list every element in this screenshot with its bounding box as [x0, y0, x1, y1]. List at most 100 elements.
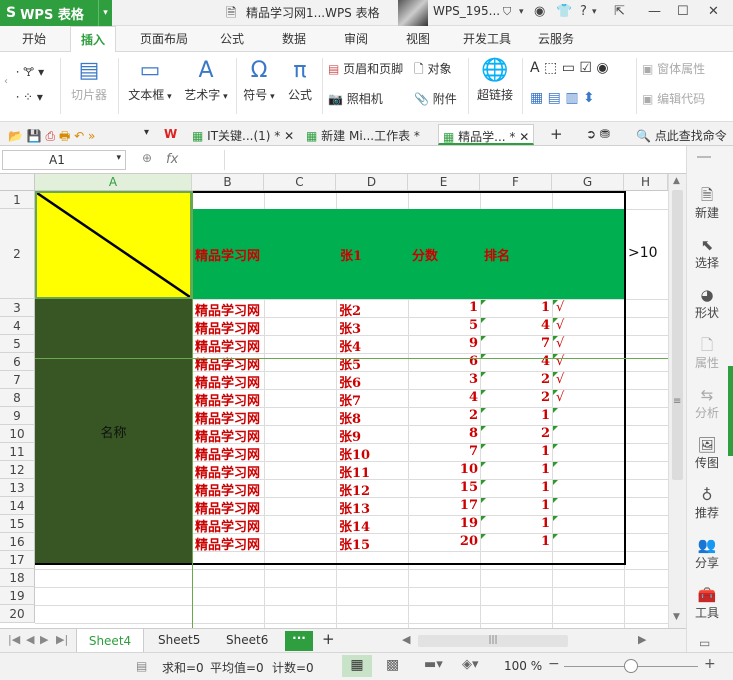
- cell-d[interactable]: 张8: [339, 408, 361, 427]
- shape-tool-icon[interactable]: ⸱ 🝖 ▾: [16, 58, 44, 83]
- column-header-a[interactable]: A: [35, 174, 192, 191]
- panel-properties[interactable]: 🗋 属性: [687, 336, 727, 371]
- form-properties-button[interactable]: ▣ 窗体属性: [642, 60, 705, 77]
- row-header-3[interactable]: 3: [0, 299, 35, 317]
- shirt-icon[interactable]: 👕: [556, 4, 572, 19]
- app-menu-dropdown-icon[interactable]: ▾: [98, 0, 112, 26]
- doc-tab-2[interactable]: ▦ 新建 Mi...工作表 *: [302, 124, 424, 145]
- cell-b[interactable]: 精品学习网: [195, 480, 260, 499]
- panel-share[interactable]: 👥 分享: [687, 536, 727, 571]
- cell-f[interactable]: 1: [480, 534, 550, 549]
- column-header-b[interactable]: B: [192, 174, 264, 191]
- cell-b[interactable]: 精品学习网: [195, 300, 260, 319]
- avatar[interactable]: [398, 0, 428, 26]
- cell-d[interactable]: 张7: [339, 390, 361, 409]
- camera-button[interactable]: 📷 照相机: [328, 90, 383, 107]
- page-break-view-icon[interactable]: ▩: [386, 657, 399, 673]
- cell-d[interactable]: 张3: [339, 318, 361, 337]
- cell-b[interactable]: 精品学习网: [195, 426, 260, 445]
- tab-formula[interactable]: 公式: [220, 30, 244, 47]
- cell-f[interactable]: 1: [480, 408, 550, 423]
- doc-tab-1[interactable]: ▦ IT关键...(1) * ✕: [188, 124, 298, 145]
- cell-f[interactable]: 2: [480, 426, 550, 441]
- row-header-15[interactable]: 15: [0, 515, 35, 533]
- cell-b[interactable]: 精品学习网: [195, 390, 260, 409]
- cell-d[interactable]: 张5: [339, 354, 361, 373]
- maximize-icon[interactable]: ☐: [677, 4, 689, 19]
- zoom-out-icon[interactable]: −: [548, 656, 560, 672]
- textbox-button[interactable]: ▭ 文本框 ▾: [124, 56, 176, 103]
- column-header-d[interactable]: D: [336, 174, 408, 191]
- user-name[interactable]: WPS_195...: [433, 4, 500, 18]
- zoom-level[interactable]: 100 %: [504, 659, 542, 673]
- row-header-2[interactable]: 2: [0, 209, 35, 299]
- cell-e[interactable]: 17: [408, 498, 478, 513]
- cell-e[interactable]: 5: [408, 318, 478, 333]
- cell-d[interactable]: 张11: [339, 462, 370, 481]
- fx-icon[interactable]: fx: [166, 152, 178, 167]
- cell-d[interactable]: 张14: [339, 516, 370, 535]
- select-all-corner[interactable]: [0, 174, 35, 191]
- cell-f[interactable]: 2: [480, 390, 550, 405]
- symbol-button[interactable]: Ω 符号 ▾: [240, 56, 278, 103]
- cell-e[interactable]: 9: [408, 336, 478, 351]
- restore-window-icon[interactable]: ⇱: [614, 4, 625, 19]
- attachment-button[interactable]: 📎 附件: [414, 90, 457, 107]
- cell-f[interactable]: 4: [480, 318, 550, 333]
- row-header-11[interactable]: 11: [0, 443, 35, 461]
- cell-e[interactable]: 2: [408, 408, 478, 423]
- cell-b[interactable]: 精品学习网: [195, 354, 260, 373]
- form-controls-icon[interactable]: A ⬚ ▭ ☑ ◉: [530, 60, 609, 76]
- tab-review[interactable]: 审阅: [344, 30, 368, 47]
- wps-tab-icon[interactable]: W: [160, 124, 181, 145]
- object-button[interactable]: 🗋 对象: [414, 60, 452, 81]
- tab-view[interactable]: 视图: [406, 30, 430, 47]
- tab-developer[interactable]: 开发工具: [463, 30, 511, 47]
- panel-new[interactable]: 🗎 新建: [687, 186, 727, 221]
- freeze-pane-line[interactable]: [35, 358, 668, 359]
- column-header-e[interactable]: E: [408, 174, 480, 191]
- cell-e2[interactable]: 分数: [412, 245, 438, 264]
- cell-b[interactable]: 精品学习网: [195, 516, 260, 535]
- sheet-last-icon[interactable]: ▶|: [56, 633, 68, 646]
- row-header-16[interactable]: 16: [0, 533, 35, 551]
- merged-name-cell[interactable]: 名称: [35, 299, 192, 563]
- cell-d[interactable]: 张9: [339, 426, 361, 445]
- cell-d[interactable]: 张6: [339, 372, 361, 391]
- column-header-g[interactable]: G: [552, 174, 624, 191]
- cell-b[interactable]: 精品学习网: [195, 372, 260, 391]
- scroll-up-icon[interactable]: ▲: [673, 176, 680, 186]
- cell-f[interactable]: 1: [480, 300, 550, 315]
- row-header-20[interactable]: 20: [0, 605, 35, 623]
- panel-analysis[interactable]: ⇆ 分析: [687, 386, 727, 421]
- column-header-c[interactable]: C: [264, 174, 336, 191]
- list-controls-icon[interactable]: ▦ ▤ ▥ ⬍: [530, 90, 595, 106]
- row-header-18[interactable]: 18: [0, 569, 35, 587]
- help-dropdown-icon[interactable]: ▾: [592, 7, 597, 17]
- quick-access-toolbar[interactable]: 📂 💾 ⎙ 🖶 ↶ »: [4, 124, 99, 145]
- cell-d2[interactable]: 张1: [340, 245, 362, 264]
- row-header-7[interactable]: 7: [0, 371, 35, 389]
- zoom-in-icon[interactable]: +: [704, 656, 716, 672]
- sheet-prev-icon[interactable]: ◀: [26, 633, 34, 646]
- horizontal-scroll-thumb[interactable]: |||: [418, 635, 568, 647]
- cell-b[interactable]: 精品学习网: [195, 498, 260, 517]
- cell-b[interactable]: 精品学习网: [195, 336, 260, 355]
- user-badge-icon[interactable]: ⛉: [503, 5, 511, 19]
- new-tab-icon[interactable]: +: [546, 122, 567, 143]
- cell-e[interactable]: 1: [408, 300, 478, 315]
- tab-insert[interactable]: 插入: [70, 26, 117, 53]
- spreadsheet-grid[interactable]: ABCDEFGH 1 2 3 4 5 6 7 8 9 10 11 12 13 14 15 16 17 18 19 20…: [0, 174, 668, 628]
- cell-d[interactable]: 张2: [339, 300, 361, 319]
- more-sheets-button[interactable]: ···: [285, 631, 313, 651]
- cell-e[interactable]: 15: [408, 480, 478, 495]
- add-sheet-icon[interactable]: +: [322, 630, 335, 648]
- panel-shape[interactable]: ◕ 形状: [687, 286, 727, 321]
- reading-view-icon[interactable]: ▬▾: [424, 657, 443, 672]
- cell-f[interactable]: 1: [480, 516, 550, 531]
- row-header-5[interactable]: 5: [0, 335, 35, 353]
- formula-button[interactable]: π 公式: [282, 56, 318, 103]
- close-tab-icon[interactable]: ✕: [519, 130, 529, 144]
- command-search[interactable]: 🔍 点此查找命令: [632, 124, 731, 145]
- cell-h2[interactable]: >10: [628, 245, 658, 261]
